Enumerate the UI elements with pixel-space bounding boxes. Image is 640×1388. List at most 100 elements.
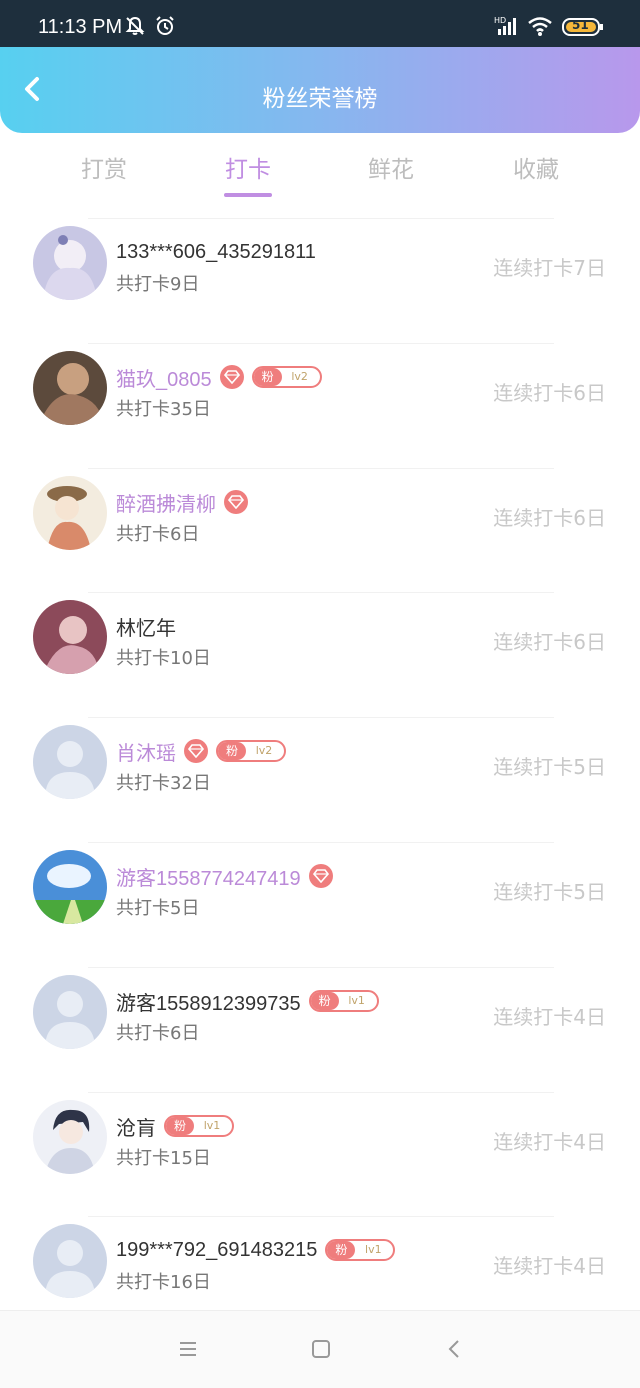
fan-level-badge: 粉 lv1 xyxy=(308,990,379,1012)
tab-flowers[interactable]: 鲜花 xyxy=(351,150,431,184)
streak-days: 连续打卡7日 xyxy=(493,256,606,280)
name-line: 醉酒拂清柳 xyxy=(116,488,248,516)
fan-level-text: lv1 xyxy=(203,1119,221,1132)
streak-days: 连续打卡4日 xyxy=(493,1254,606,1278)
avatar[interactable] xyxy=(33,1100,107,1174)
row-divider xyxy=(88,717,554,718)
list-item[interactable]: 沧肓粉 lv1 共打卡15日 连续打卡4日 xyxy=(0,1092,640,1216)
streak-days: 连续打卡5日 xyxy=(493,880,606,904)
user-name[interactable]: 游客1558912399735 xyxy=(116,987,301,1016)
row-divider xyxy=(88,1092,554,1093)
diamond-icon xyxy=(184,739,208,763)
back-icon[interactable] xyxy=(443,1337,467,1361)
row-divider xyxy=(88,218,554,219)
user-name[interactable]: 199***792_691483215 xyxy=(116,1239,317,1262)
user-name[interactable]: 林忆年 xyxy=(116,612,176,641)
fan-level-text: lv1 xyxy=(348,994,365,1007)
fan-badge-label: 粉 xyxy=(218,742,246,760)
streak-days: 连续打卡4日 xyxy=(493,1005,606,1029)
active-tab-indicator xyxy=(224,193,272,197)
tab-collect[interactable]: 收藏 xyxy=(496,150,576,184)
list-item[interactable]: 肖沐瑶 粉 lv2 共打卡32日 连续打卡5日 xyxy=(0,717,640,841)
fan-level-badge: 粉 lv2 xyxy=(251,366,322,388)
row-divider xyxy=(88,1216,554,1217)
streak-days: 连续打卡4日 xyxy=(493,1130,606,1154)
fan-level-badge: 粉 lv1 xyxy=(325,1239,396,1261)
name-line: 游客1558774247419 xyxy=(116,862,333,890)
row-divider xyxy=(88,592,554,593)
tab-checkin[interactable]: 打卡 xyxy=(208,150,288,184)
diamond-icon xyxy=(308,864,333,888)
fan-badge-label: 粉 xyxy=(310,992,339,1010)
user-name[interactable]: 猫玖_0805 xyxy=(116,363,212,392)
total-checkins: 共打卡9日 xyxy=(116,274,200,295)
signal-icon: HD xyxy=(494,15,520,41)
user-name[interactable]: 醉酒拂清柳 xyxy=(116,488,216,517)
list-item[interactable]: 林忆年共打卡10日 连续打卡6日 xyxy=(0,592,640,716)
name-line: 林忆年 xyxy=(116,612,176,640)
avatar[interactable] xyxy=(33,226,107,300)
avatar[interactable] xyxy=(33,351,107,425)
battery-level: 51 xyxy=(572,18,589,32)
total-checkins: 共打卡10日 xyxy=(116,648,211,669)
list-item[interactable]: 游客1558912399735 粉 lv1 共打卡6日 连续打卡4日 xyxy=(0,967,640,1091)
user-name[interactable]: 游客1558774247419 xyxy=(116,862,301,891)
total-checkins: 共打卡35日 xyxy=(116,399,211,420)
header: 粉丝荣誉榜 xyxy=(0,47,640,133)
total-checkins: 共打卡5日 xyxy=(116,898,200,919)
streak-days: 连续打卡6日 xyxy=(493,506,606,530)
name-line: 猫玖_0805 粉 lv2 xyxy=(116,363,322,391)
fan-level-text: lv2 xyxy=(255,744,273,757)
avatar[interactable] xyxy=(33,975,107,1049)
home-icon[interactable] xyxy=(309,1337,333,1361)
avatar[interactable] xyxy=(33,850,107,924)
name-line: 沧肓粉 lv1 xyxy=(116,1112,234,1140)
list-item[interactable]: 猫玖_0805 粉 lv2 共打卡35日 连续打卡6日 xyxy=(0,343,640,467)
row-divider xyxy=(88,343,554,344)
name-line: 133***606_435291811 xyxy=(116,238,316,266)
avatar[interactable] xyxy=(33,476,107,550)
fan-level-text: lv1 xyxy=(365,1243,382,1256)
system-nav-bar xyxy=(0,1310,640,1388)
user-name[interactable]: 133***606_435291811 xyxy=(116,241,316,264)
avatar[interactable] xyxy=(33,600,107,674)
name-line: 肖沐瑶 粉 lv2 xyxy=(116,737,286,765)
total-checkins: 共打卡6日 xyxy=(116,1023,200,1044)
fan-badge-label: 粉 xyxy=(327,1241,356,1259)
alarm-icon xyxy=(154,15,176,41)
bell-off-icon xyxy=(124,15,146,41)
fan-level-badge: 粉 lv2 xyxy=(216,740,286,762)
total-checkins: 共打卡6日 xyxy=(116,524,200,545)
streak-days: 连续打卡6日 xyxy=(493,630,606,654)
total-checkins: 共打卡32日 xyxy=(116,773,211,794)
wifi-icon xyxy=(527,15,553,41)
fan-badge-label: 粉 xyxy=(166,1117,194,1135)
row-divider xyxy=(88,842,554,843)
name-line: 游客1558912399735 粉 lv1 xyxy=(116,987,379,1015)
total-checkins: 共打卡16日 xyxy=(116,1272,211,1293)
user-name[interactable]: 肖沐瑶 xyxy=(116,737,176,766)
name-line: 199***792_691483215 粉 lv1 xyxy=(116,1236,396,1264)
tab-reward[interactable]: 打赏 xyxy=(64,150,144,184)
diamond-icon xyxy=(224,490,248,514)
avatar[interactable] xyxy=(33,725,107,799)
avatar[interactable] xyxy=(33,1224,107,1298)
fan-badge-label: 粉 xyxy=(253,368,282,386)
list-item[interactable]: 游客1558774247419 共打卡5日 连续打卡5日 xyxy=(0,842,640,966)
fan-level-text: lv2 xyxy=(291,370,308,383)
user-name[interactable]: 沧肓 xyxy=(116,1112,156,1141)
diamond-icon xyxy=(219,365,244,389)
menu-icon[interactable] xyxy=(176,1337,200,1361)
total-checkins: 共打卡15日 xyxy=(116,1148,211,1169)
streak-days: 连续打卡5日 xyxy=(493,755,606,779)
battery-icon: 51 xyxy=(562,18,604,40)
row-divider xyxy=(88,468,554,469)
streak-days: 连续打卡6日 xyxy=(493,381,606,405)
fan-level-badge: 粉 lv1 xyxy=(164,1115,234,1137)
list-item[interactable]: 醉酒拂清柳共打卡6日 连续打卡6日 xyxy=(0,468,640,592)
tab-bar: 打赏 打卡 鲜花 收藏 xyxy=(0,138,640,200)
list-item[interactable]: 133***606_435291811 共打卡9日 连续打卡7日 xyxy=(0,218,640,342)
row-divider xyxy=(88,967,554,968)
page-title: 粉丝荣誉榜 xyxy=(262,86,378,112)
status-bar: 11:13 PM HD 51 xyxy=(0,0,640,48)
